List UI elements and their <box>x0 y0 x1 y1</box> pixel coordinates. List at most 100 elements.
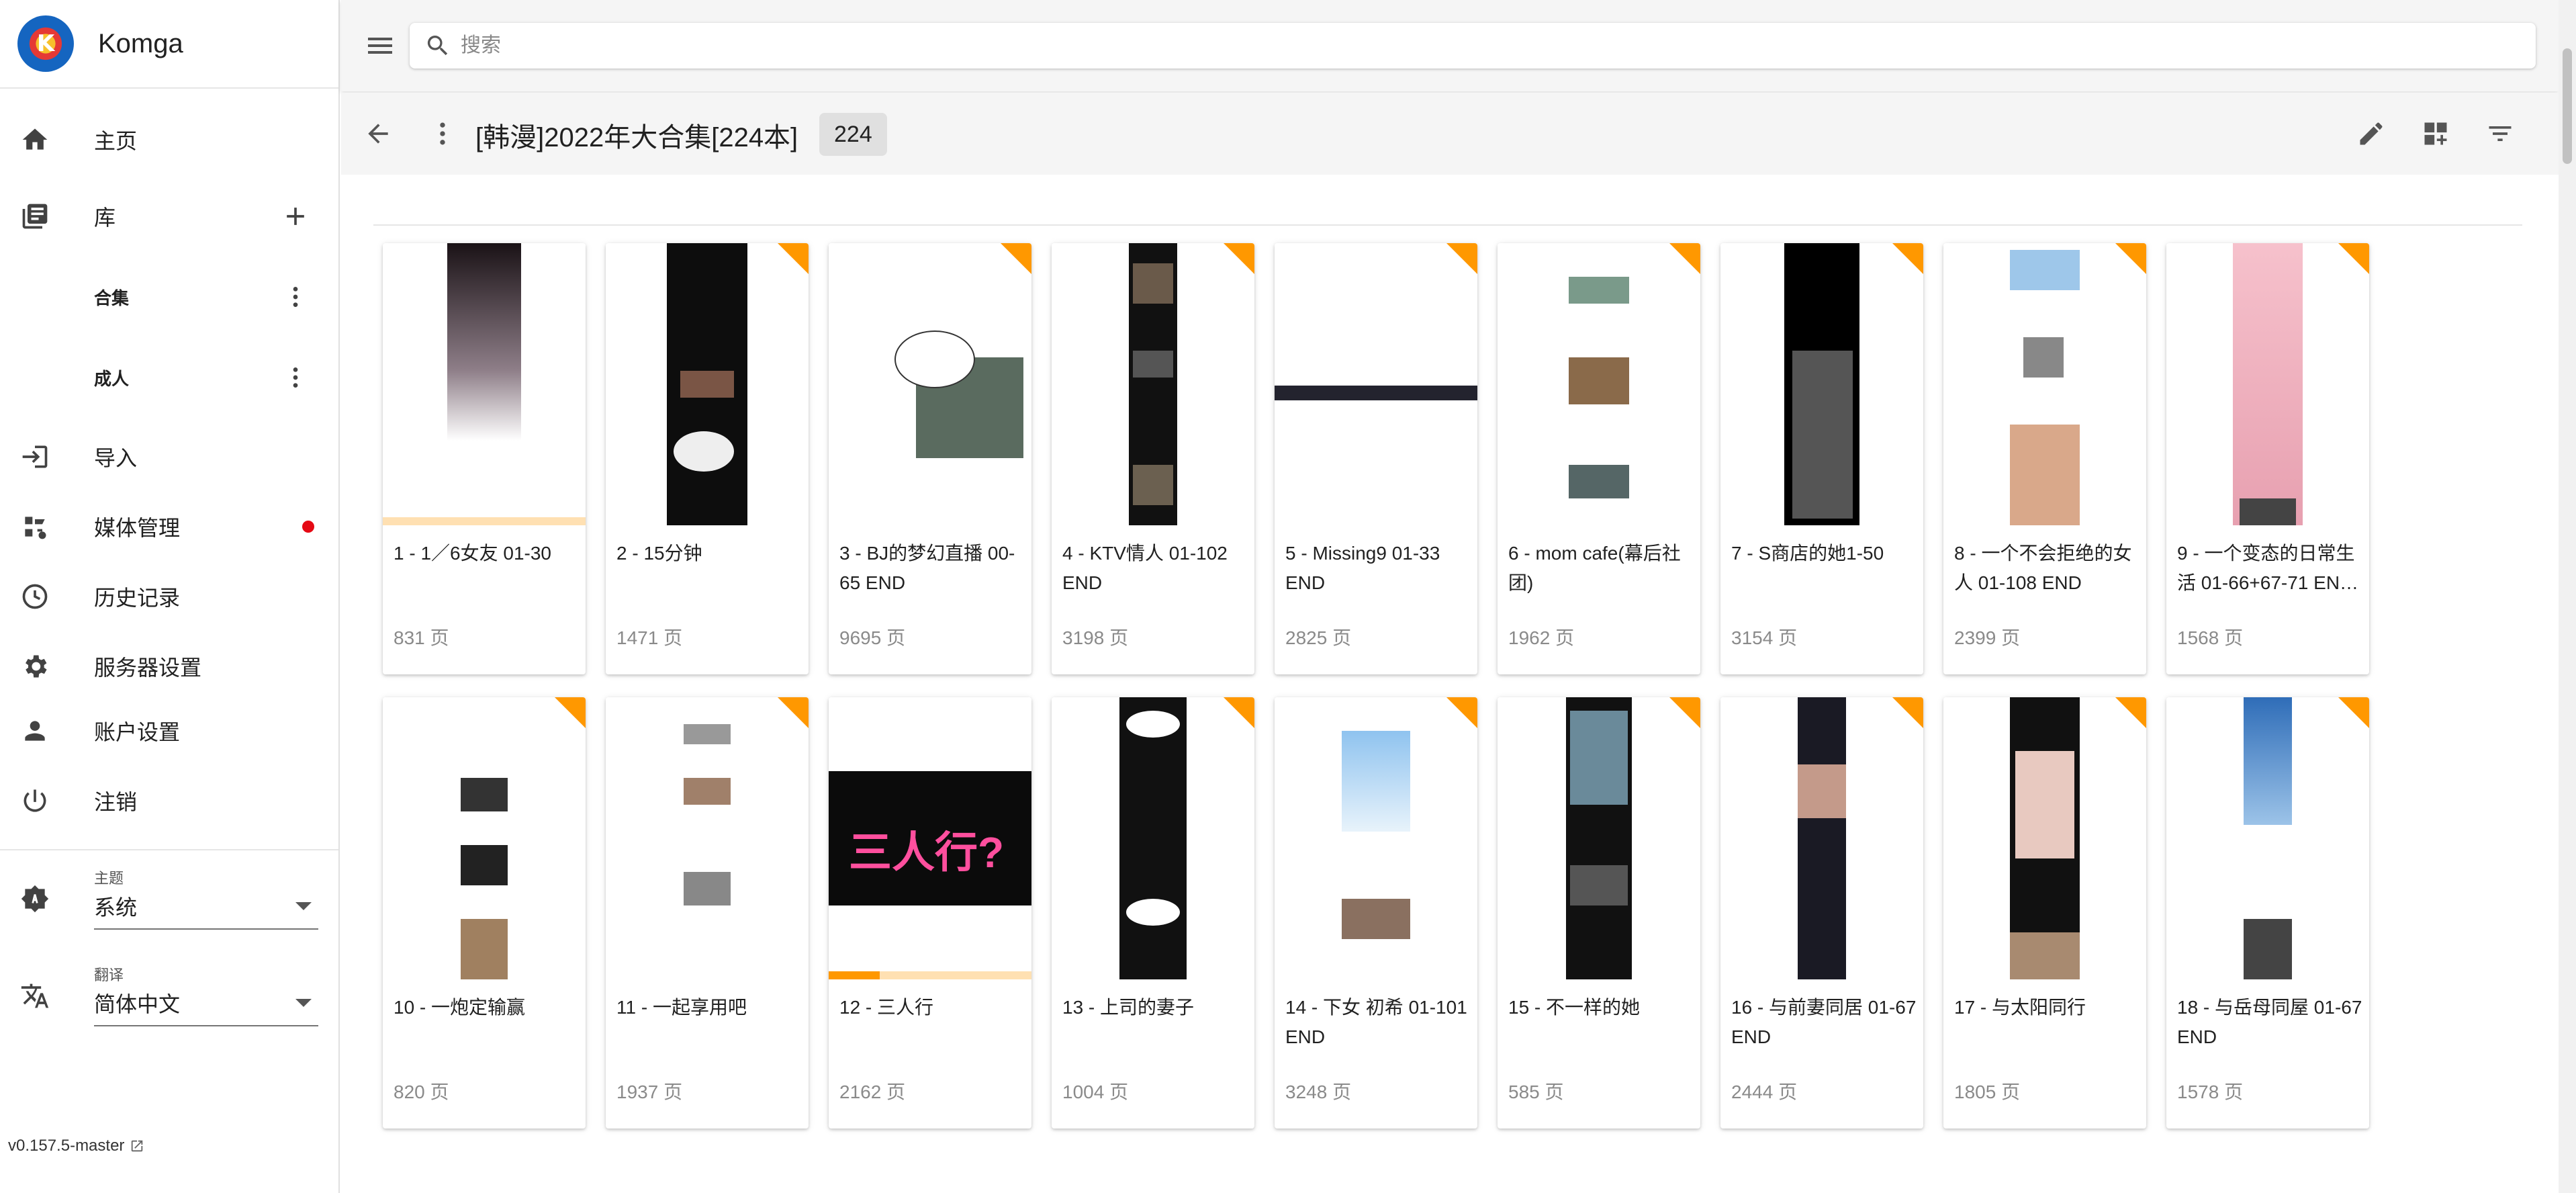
book-title[interactable]: 3 - BJ的梦幻直播 00-65 END <box>839 539 1025 598</box>
language-select[interactable]: 翻译 简体中文 <box>94 963 318 1026</box>
book-cover[interactable]: 三人行? <box>829 697 1031 979</box>
book-cover[interactable] <box>1943 243 2146 525</box>
book-card[interactable]: 1 - 1／6女友 01-30 831 页 <box>383 243 586 674</box>
menu-icon[interactable] <box>364 30 396 62</box>
book-title[interactable]: 7 - S商店的她1-50 <box>1731 539 1917 568</box>
book-card[interactable]: 三人行? 12 - 三人行 2162 页 <box>829 697 1031 1129</box>
book-cover[interactable] <box>1498 243 1700 525</box>
book-title[interactable]: 9 - 一个变态的日常生活 01-66+67-71 EN… <box>2177 539 2362 598</box>
book-page-count: 1471 页 <box>616 627 683 648</box>
theme-select-value[interactable]: 系统 <box>94 891 318 930</box>
book-title[interactable]: 17 - 与太阳同行 <box>1954 993 2140 1022</box>
nav-server-settings[interactable]: 服务器设置 <box>0 634 338 699</box>
book-cover[interactable] <box>1275 243 1477 525</box>
book-cover[interactable] <box>606 243 809 525</box>
brand-header[interactable]: K Komga <box>0 0 338 89</box>
nav-libraries[interactable]: 库 <box>0 184 338 249</box>
book-cover[interactable] <box>1052 697 1254 979</box>
search-input[interactable] <box>461 34 2408 57</box>
book-cover[interactable] <box>1720 697 1923 979</box>
more-vert-icon[interactable] <box>282 277 309 317</box>
book-card[interactable]: 16 - 与前妻同居 01-67 END 2444 页 <box>1720 697 1923 1129</box>
scrollbar[interactable] <box>2559 0 2576 1193</box>
theme-value: 系统 <box>94 895 138 920</box>
book-cover[interactable] <box>1052 243 1254 525</box>
version-text: v0.157.5-master <box>8 1137 125 1155</box>
book-card[interactable]: 17 - 与太阳同行 1805 页 <box>1943 697 2146 1129</box>
book-cover[interactable] <box>606 697 809 979</box>
book-title[interactable]: 1 - 1／6女友 01-30 <box>394 539 579 568</box>
book-card[interactable]: 14 - 下女 初希 01-101 END 3248 页 <box>1275 697 1477 1129</box>
version-link[interactable]: v0.157.5-master <box>8 1137 144 1155</box>
book-title[interactable]: 2 - 15分钟 <box>616 539 802 568</box>
book-cover[interactable] <box>1943 697 2146 979</box>
library-item-label: 成人 <box>94 368 130 389</box>
nav-logout-label: 注销 <box>94 790 138 814</box>
unread-corner-badge <box>1224 243 1254 274</box>
book-title[interactable]: 15 - 不一样的她 <box>1508 993 1694 1022</box>
unread-corner-badge <box>1224 697 1254 728</box>
book-title[interactable]: 8 - 一个不会拒绝的女人 01-108 END <box>1954 539 2140 598</box>
library-item[interactable]: 合集 <box>0 265 338 329</box>
nav-logout[interactable]: 注销 <box>0 768 338 833</box>
book-card[interactable]: 2 - 15分钟 1471 页 <box>606 243 809 674</box>
book-title[interactable]: 11 - 一起享用吧 <box>616 993 802 1022</box>
pencil-icon[interactable] <box>2353 116 2389 152</box>
book-cover[interactable] <box>2166 243 2369 525</box>
clock-icon <box>19 580 51 613</box>
more-vert-icon[interactable] <box>282 357 309 398</box>
book-cover[interactable] <box>383 697 586 979</box>
book-title[interactable]: 10 - 一炮定输赢 <box>394 993 579 1022</box>
book-card[interactable]: 4 - KTV情人 01-102 END 3198 页 <box>1052 243 1254 674</box>
book-title[interactable]: 12 - 三人行 <box>839 993 1025 1022</box>
book-card[interactable]: 8 - 一个不会拒绝的女人 01-108 END 2399 页 <box>1943 243 2146 674</box>
book-card[interactable]: 6 - mom cafe(幕后社团) 1962 页 <box>1498 243 1700 674</box>
book-title[interactable]: 16 - 与前妻同居 01-67 END <box>1731 993 1917 1052</box>
book-cover[interactable] <box>829 243 1031 525</box>
translate-icon <box>19 979 51 1012</box>
book-page-count: 1962 页 <box>1508 627 1575 648</box>
book-card[interactable]: 9 - 一个变态的日常生活 01-66+67-71 EN… 1568 页 <box>2166 243 2369 674</box>
add-library-icon[interactable] <box>281 202 310 231</box>
book-card[interactable]: 10 - 一炮定输赢 820 页 <box>383 697 586 1129</box>
nav-media-management[interactable]: 媒体管理 <box>0 494 338 559</box>
nav-history[interactable]: 历史记录 <box>0 564 338 629</box>
book-cover[interactable] <box>383 243 586 525</box>
book-card[interactable]: 7 - S商店的她1-50 3154 页 <box>1720 243 1923 674</box>
filter-icon[interactable] <box>2482 116 2518 152</box>
back-arrow-icon[interactable] <box>360 116 396 152</box>
book-title[interactable]: 5 - Missing9 01-33 END <box>1285 539 1471 598</box>
more-vert-icon[interactable] <box>424 116 461 152</box>
read-progress-bar <box>383 517 586 525</box>
book-title[interactable]: 13 - 上司的妻子 <box>1062 993 1248 1022</box>
book-card[interactable]: 15 - 不一样的她 585 页 <box>1498 697 1700 1129</box>
book-cover[interactable] <box>1720 243 1923 525</box>
nav-home[interactable]: 主页 <box>0 107 338 172</box>
book-title[interactable]: 4 - KTV情人 01-102 END <box>1062 539 1248 598</box>
book-cover[interactable] <box>2166 697 2369 979</box>
nav-import[interactable]: 导入 <box>0 425 338 489</box>
book-cover[interactable] <box>1275 697 1477 979</box>
book-title[interactable]: 18 - 与岳母同屋 01-67 END <box>2177 993 2362 1052</box>
unread-corner-badge <box>2115 243 2146 274</box>
nav-account-settings[interactable]: 账户设置 <box>0 699 338 763</box>
theme-select[interactable]: 主题 系统 <box>94 867 318 930</box>
book-card[interactable]: 5 - Missing9 01-33 END 2825 页 <box>1275 243 1477 674</box>
grid-view-icon[interactable] <box>2418 116 2454 152</box>
media-management-icon <box>19 511 51 543</box>
book-page-count: 1568 页 <box>2177 627 2244 648</box>
book-page-count: 1937 页 <box>616 1081 683 1102</box>
library-item[interactable]: 成人 <box>0 345 338 410</box>
language-select-value[interactable]: 简体中文 <box>94 987 318 1026</box>
book-card[interactable]: 11 - 一起享用吧 1937 页 <box>606 697 809 1129</box>
book-card[interactable]: 18 - 与岳母同屋 01-67 END 1578 页 <box>2166 697 2369 1129</box>
book-card[interactable]: 13 - 上司的妻子 1004 页 <box>1052 697 1254 1129</box>
scrollbar-thumb[interactable] <box>2563 48 2572 164</box>
book-cover[interactable] <box>1498 697 1700 979</box>
search-bar[interactable] <box>410 23 2536 69</box>
unread-corner-badge <box>1446 697 1477 728</box>
content-divider <box>373 224 2522 226</box>
book-title[interactable]: 6 - mom cafe(幕后社团) <box>1508 539 1694 598</box>
book-title[interactable]: 14 - 下女 初希 01-101 END <box>1285 993 1471 1052</box>
book-card[interactable]: 3 - BJ的梦幻直播 00-65 END 9695 页 <box>829 243 1031 674</box>
